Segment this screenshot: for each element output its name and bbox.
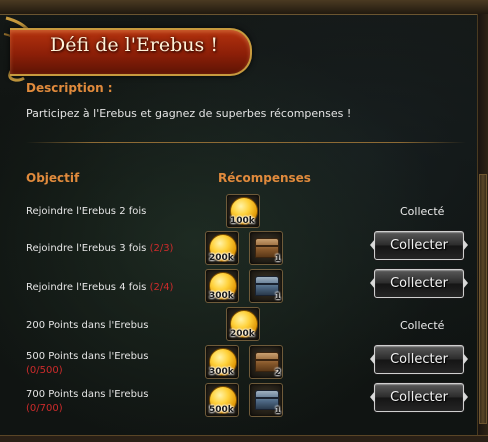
objective-label: Rejoindre l'Erebus 2 fois bbox=[26, 206, 147, 217]
scrollbar-track[interactable] bbox=[477, 14, 488, 442]
collect-button[interactable]: Collecter bbox=[370, 345, 468, 374]
wooden-chest-icon: 2 bbox=[249, 345, 283, 379]
objective-text: Rejoindre l'Erebus 4 fois bbox=[26, 282, 147, 293]
reward-amount: 500k bbox=[209, 405, 234, 415]
description-heading: Description : bbox=[26, 81, 113, 95]
objective-text: 700 Points dans l'Erebus bbox=[26, 389, 149, 400]
objective-progress: (2/4) bbox=[149, 282, 174, 293]
objective-progress: (0/500) bbox=[26, 365, 63, 376]
objective-label: 700 Points dans l'Erebus (0/700) bbox=[26, 388, 148, 416]
collect-button[interactable]: Collecter bbox=[370, 383, 468, 412]
erebus-challenge-window: Défi de l'Erebus ! Description : Partici… bbox=[0, 0, 488, 442]
section-divider bbox=[26, 142, 466, 143]
gold-coin-icon: 200k bbox=[226, 307, 260, 341]
collect-button[interactable]: Collecter bbox=[370, 231, 468, 260]
objective-progress: (0/700) bbox=[26, 403, 63, 414]
window-frame-top bbox=[0, 0, 488, 15]
objective-label: 500 Points dans l'Erebus (0/500) bbox=[26, 350, 148, 378]
gold-coin-icon: 300k bbox=[205, 269, 239, 303]
objective-text: 500 Points dans l'Erebus bbox=[26, 351, 149, 362]
window-title: Défi de l'Erebus ! bbox=[50, 34, 218, 56]
wooden-chest-icon: 1 bbox=[249, 231, 283, 265]
gold-coin-icon: 300k bbox=[205, 345, 239, 379]
objective-label: 200 Points dans l'Erebus bbox=[26, 320, 149, 331]
status-collected: Collecté bbox=[400, 319, 445, 332]
gold-coin-icon: 500k bbox=[205, 383, 239, 417]
objective-progress: (2/3) bbox=[149, 243, 174, 254]
gold-coin-icon: 100k bbox=[226, 194, 260, 228]
reward-amount: 100k bbox=[230, 216, 255, 226]
reward-quantity: 1 bbox=[274, 254, 281, 264]
scrollbar-thumb[interactable] bbox=[479, 174, 487, 424]
reward-quantity: 2 bbox=[274, 368, 281, 378]
collect-button[interactable]: Collecter bbox=[370, 269, 468, 298]
reward-amount: 300k bbox=[209, 367, 234, 377]
gold-coin-icon: 200k bbox=[205, 231, 239, 265]
window-frame-bottom bbox=[0, 435, 488, 442]
objective-label: Rejoindre l'Erebus 3 fois (2/3) bbox=[26, 242, 173, 256]
objective-label: Rejoindre l'Erebus 4 fois (2/4) bbox=[26, 281, 173, 295]
reward-amount: 200k bbox=[230, 329, 255, 339]
rewards-column-header: Récompenses bbox=[218, 171, 311, 185]
reward-amount: 300k bbox=[209, 291, 234, 301]
status-collected: Collecté bbox=[400, 205, 445, 218]
objective-column-header: Objectif bbox=[26, 171, 80, 185]
reward-quantity: 1 bbox=[274, 406, 281, 416]
steel-chest-icon: 1 bbox=[249, 269, 283, 303]
steel-chest-icon: 1 bbox=[249, 383, 283, 417]
reward-quantity: 1 bbox=[274, 292, 281, 302]
reward-amount: 200k bbox=[209, 253, 234, 263]
description-text: Participez à l'Erebus et gagnez de super… bbox=[26, 107, 352, 120]
objective-text: Rejoindre l'Erebus 3 fois bbox=[26, 243, 147, 254]
